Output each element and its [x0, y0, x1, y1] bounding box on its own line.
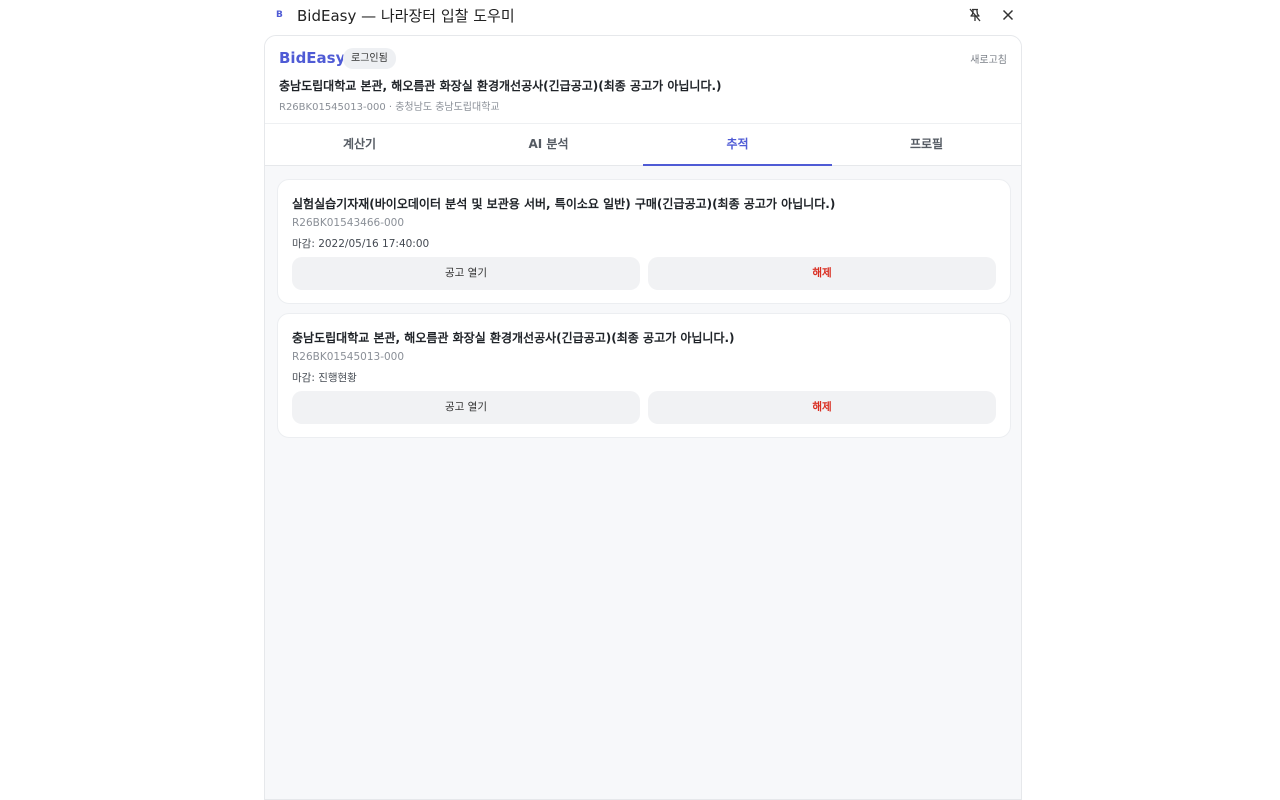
open-notice-button[interactable]: 공고 열기 [292, 391, 640, 424]
tracked-bid-title: 충남도립대학교 본관, 해오름관 화장실 환경개선공사(긴급공고)(최종 공고가… [292, 331, 735, 345]
tracked-bid-card: 실험실습기자재(바이오데이터 분석 및 보관용 서버, 특이소요 일반) 구매(… [277, 179, 1011, 304]
tracked-bid-title: 실험실습기자재(바이오데이터 분석 및 보관용 서버, 특이소요 일반) 구매(… [292, 197, 836, 211]
tracked-bid-id: R26BK01543466-000 [292, 217, 405, 229]
tracked-bid-deadline: 마감: 진행현황 [292, 372, 357, 384]
bid-header: BidEasy 로그인됨 새로고침 충남도립대학교 본관, 해오름관 화장실 환… [265, 36, 1021, 124]
brand-name: BidEasy [279, 49, 346, 67]
tab-calculator[interactable]: 계산기 [265, 124, 454, 165]
open-notice-button[interactable]: 공고 열기 [292, 257, 640, 290]
tab-tracking[interactable]: 추적 [643, 124, 832, 166]
window-titlebar: B BidEasy — 나라장터 입찰 도우미 [0, 0, 1280, 30]
window-title: BidEasy — 나라장터 입찰 도우미 [297, 7, 515, 25]
tracked-bid-deadline: 마감: 2022/05/16 17:40:00 [292, 238, 430, 250]
current-bid-title: 충남도립대학교 본관, 해오름관 화장실 환경개선공사(긴급공고)(최종 공고가… [279, 79, 722, 93]
tab-bar: 계산기 AI 분석 추적 프로필 [265, 124, 1021, 166]
tracked-bid-id: R26BK01545013-000 [292, 351, 405, 363]
login-status-badge: 로그인됨 [343, 48, 396, 69]
extension-panel: BidEasy 로그인됨 새로고침 충남도립대학교 본관, 해오름관 화장실 환… [264, 35, 1022, 800]
untrack-button[interactable]: 해제 [648, 391, 996, 424]
tab-ai-analysis[interactable]: AI 분석 [454, 124, 643, 165]
tracked-bid-card: 충남도립대학교 본관, 해오름관 화장실 환경개선공사(긴급공고)(최종 공고가… [277, 313, 1011, 438]
untrack-button[interactable]: 해제 [648, 257, 996, 290]
unpin-icon[interactable] [965, 5, 985, 25]
close-icon[interactable] [998, 5, 1018, 25]
refresh-button[interactable]: 새로고침 [970, 51, 1007, 66]
tab-profile[interactable]: 프로필 [832, 124, 1021, 165]
current-bid-meta: R26BK01545013-000 · 충청남도 충남도립대학교 [279, 102, 500, 113]
app-logo-icon: B [276, 10, 283, 20]
